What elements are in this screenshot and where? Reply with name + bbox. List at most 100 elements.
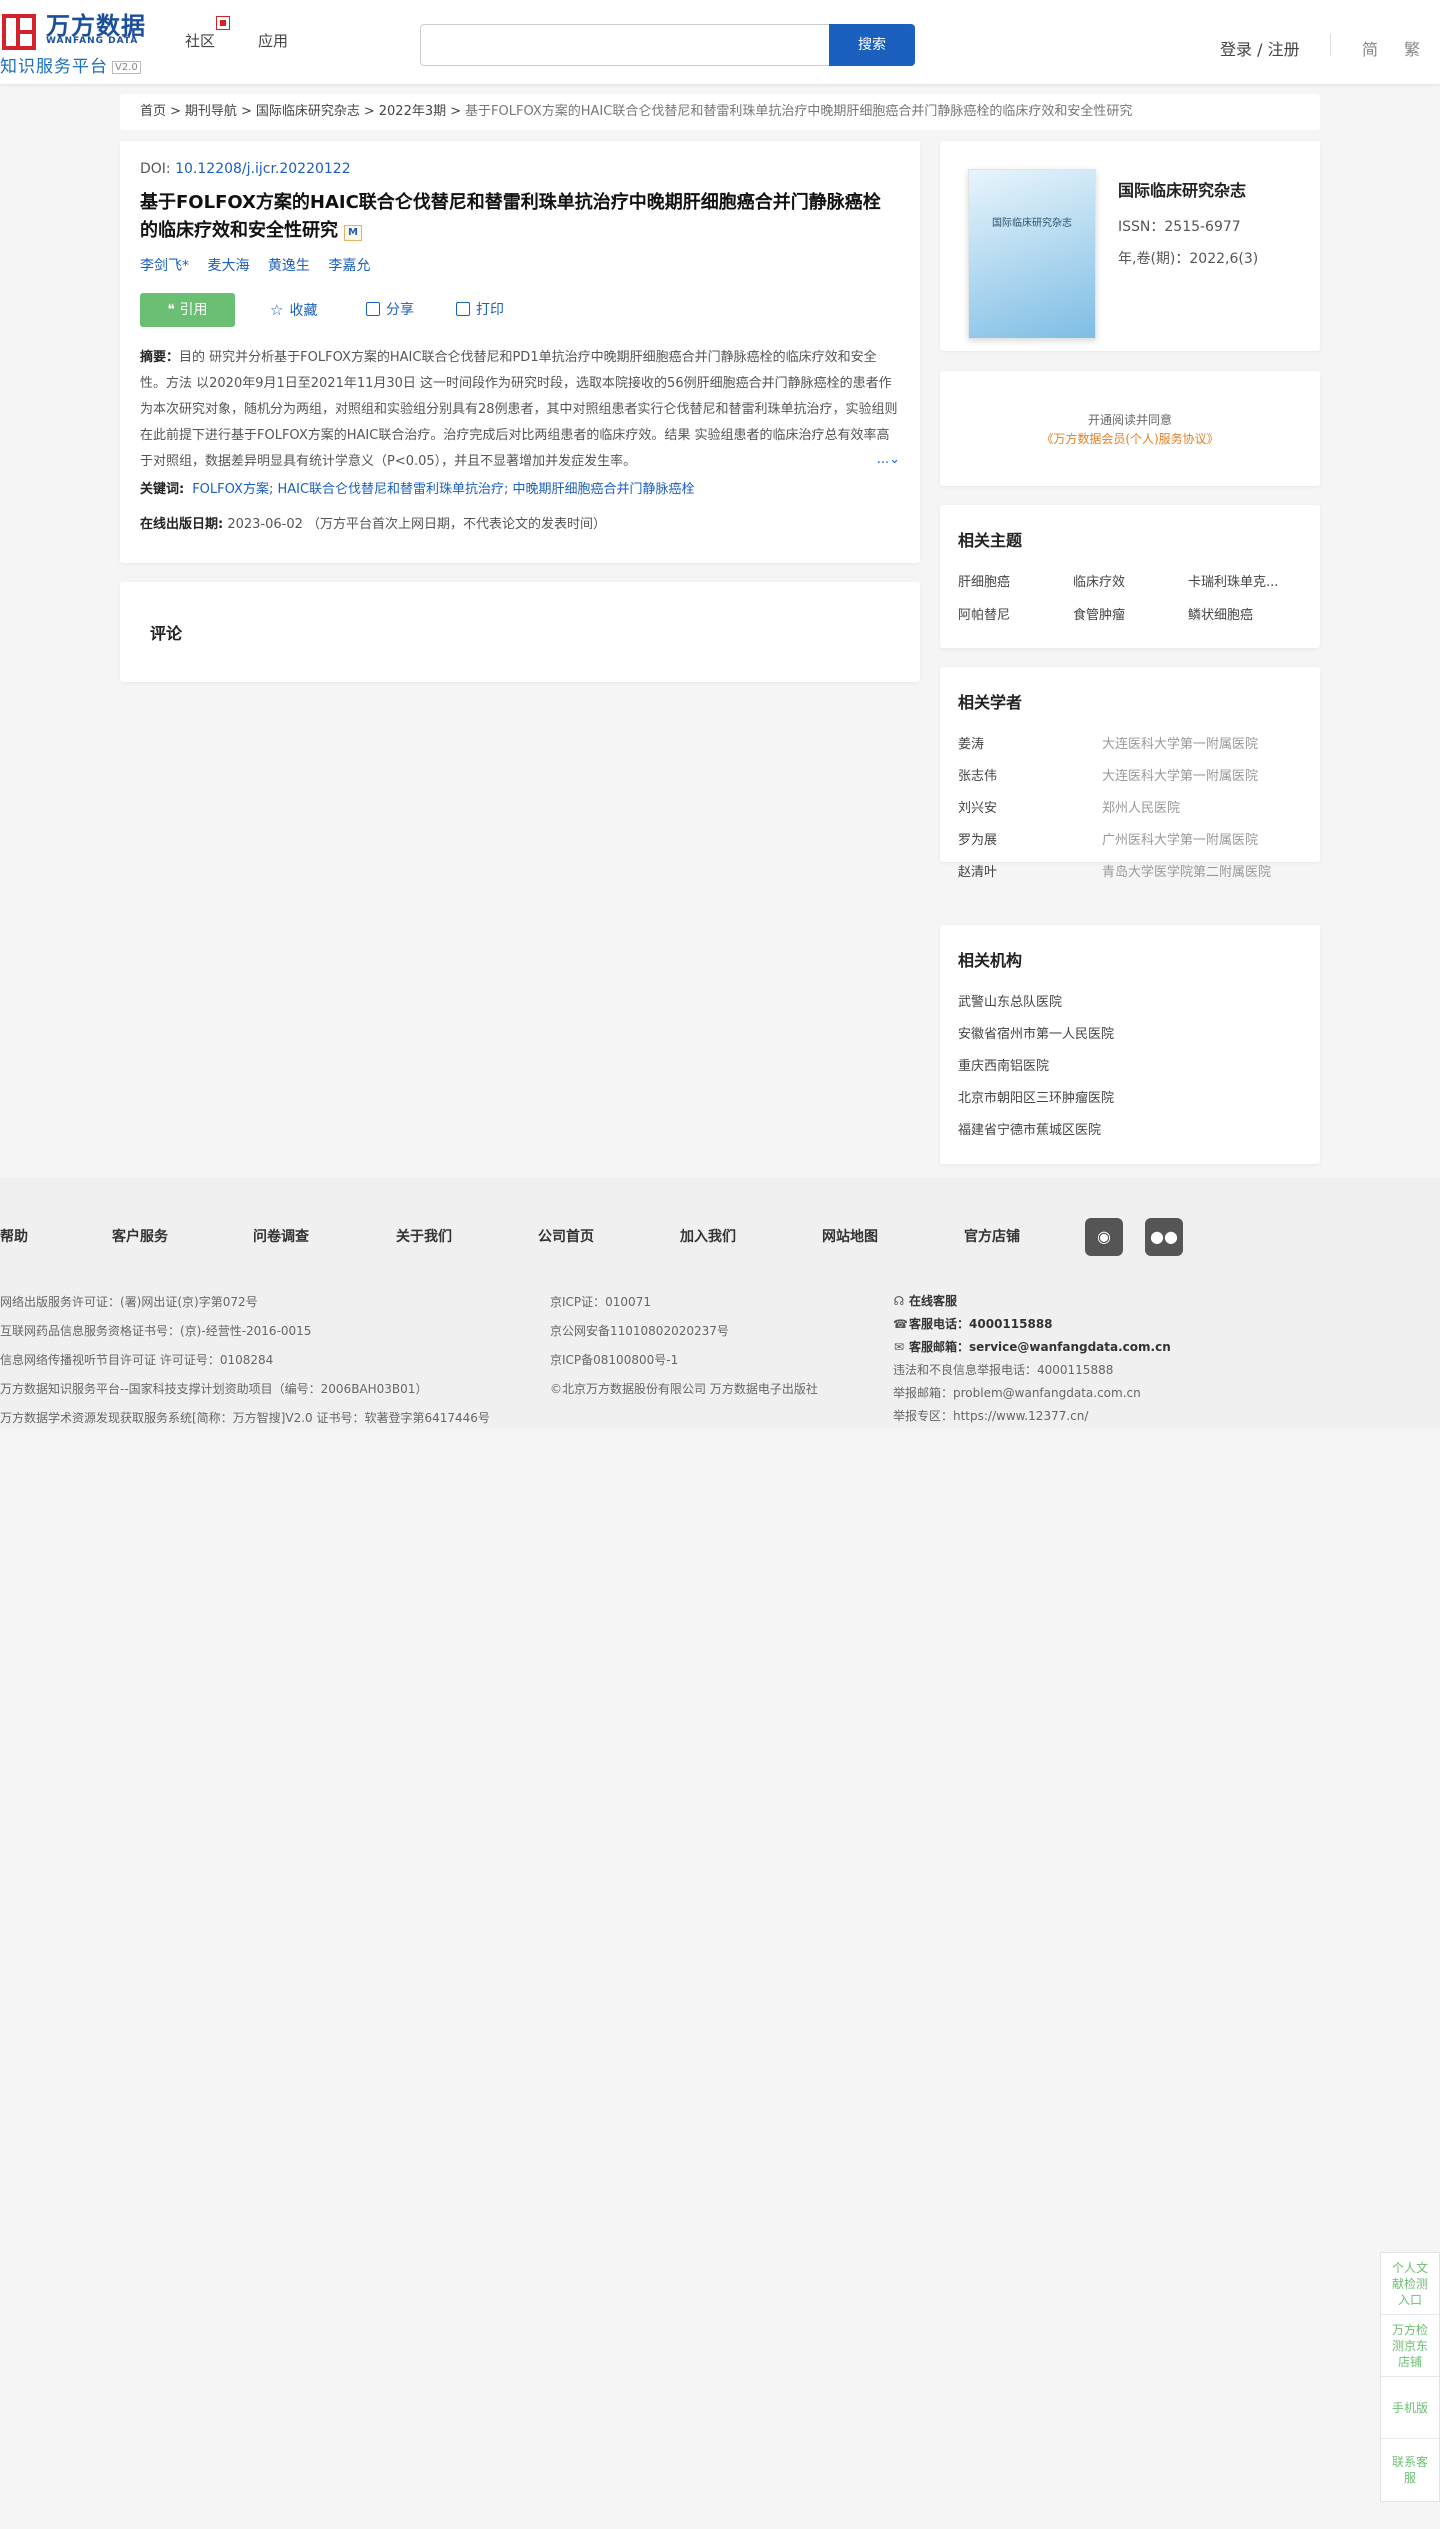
footer-link-sitemap[interactable]: 网站地图	[822, 1226, 878, 1246]
topic-link[interactable]: 卡瑞利珠单克...	[1188, 571, 1303, 590]
doi-link[interactable]: 10.12208/j.ijcr.20220122	[175, 161, 351, 177]
author-link[interactable]: 李嘉允	[328, 258, 370, 274]
footer-licenses: 网络出版服务许可证：(署)网出证(京)字第072号 互联网药品信息服务资格证书号…	[0, 1295, 490, 1425]
topic-link[interactable]: 食管肿瘤	[1073, 604, 1188, 623]
breadcrumb-current: 基于FOLFOX方案的HAIC联合仑伐替尼和替雷利珠单抗治疗中晚期肝细胞癌合并门…	[465, 104, 1133, 119]
footer: 帮助 客户服务 问卷调查 关于我们 公司首页 加入我们 网站地图 官方店铺 ◉ …	[0, 1178, 1440, 1428]
favorite-button[interactable]: ☆ 收藏	[270, 293, 317, 328]
journal-card: 国际临床研究杂志 国际临床研究杂志 ISSN：2515-6977 年,卷(期)：…	[940, 141, 1320, 351]
footer-link-survey[interactable]: 问卷调查	[253, 1226, 309, 1246]
scholar-row: 张志伟 大连医科大学第一附属医院	[958, 765, 1302, 797]
mendeley-icon[interactable]: M	[344, 225, 362, 241]
author-link[interactable]: 黄逸生	[268, 258, 310, 274]
phone-line: ☎客服电话：4000115888	[893, 1313, 1171, 1336]
quote-icon: ❝	[167, 302, 180, 318]
platform-name: 知识服务平台 V2.0	[0, 52, 141, 77]
new-badge-icon	[216, 16, 230, 30]
breadcrumb-journal-nav[interactable]: 期刊导航	[185, 104, 237, 119]
scholar-name[interactable]: 张志伟	[958, 765, 997, 784]
scholar-institution[interactable]: 大连医科大学第一附属医院	[1102, 733, 1258, 752]
breadcrumb-home[interactable]: 首页	[140, 104, 166, 119]
agreement-link[interactable]: 《万方数据会员(个人)服务协议》	[940, 430, 1320, 447]
float-plagiarism-check[interactable]: 个人文献检测入口	[1381, 2253, 1439, 2315]
scholar-institution[interactable]: 青岛大学医学院第二附属医院	[1102, 861, 1271, 880]
mail-icon: ✉	[893, 1340, 905, 1354]
floating-side-menu: 个人文献检测入口 万方检测京东店铺 手机版 联系客服	[1380, 2252, 1440, 2502]
wechat-icon[interactable]: ●●	[1145, 1218, 1183, 1256]
footer-link-about[interactable]: 关于我们	[396, 1226, 452, 1246]
publish-date: 在线出版日期: 2023-06-02 （万方平台首次上网日期，不代表论文的发表时…	[140, 517, 607, 532]
topic-link[interactable]: 肝细胞癌	[958, 571, 1073, 590]
search-input[interactable]	[420, 24, 830, 66]
logo-english-text: WANFANG DATA	[46, 36, 139, 46]
scholar-name[interactable]: 姜涛	[958, 733, 984, 752]
section-title: 相关学者	[958, 693, 1023, 712]
breadcrumb-issue[interactable]: 2022年3期	[379, 104, 446, 119]
share-icon	[366, 302, 380, 316]
scholar-name[interactable]: 赵清叶	[958, 861, 997, 880]
footer-link-company[interactable]: 公司首页	[538, 1226, 594, 1246]
journal-volume: 年,卷(期)：2022,6(3)	[1118, 251, 1259, 267]
related-institutions: 相关机构 武警山东总队医院 安徽省宿州市第一人民医院 重庆西南铝医院 北京市朝阳…	[940, 925, 1320, 1164]
lang-traditional[interactable]: 繁	[1404, 36, 1420, 60]
section-title: 相关主题	[958, 531, 1023, 550]
headset-icon: ☊	[893, 1294, 905, 1308]
scholar-name[interactable]: 刘兴安	[958, 797, 997, 816]
topic-link[interactable]: 临床疗效	[1073, 571, 1188, 590]
author-link[interactable]: 李剑飞*	[140, 258, 189, 274]
keyword-links[interactable]: FOLFOX方案; HAIC联合仑伐替尼和替雷利珠单抗治疗; 中晚期肝细胞癌合并…	[192, 482, 694, 497]
float-contact-service[interactable]: 联系客服	[1381, 2439, 1439, 2501]
topic-link[interactable]: 阿帕替尼	[958, 604, 1073, 623]
weibo-icon[interactable]: ◉	[1085, 1218, 1123, 1256]
wanfang-logo[interactable]: 万方数据 WANFANG DATA 知识服务平台 V2.0	[0, 6, 152, 77]
header-divider	[1330, 34, 1331, 56]
version-badge: V2.0	[112, 61, 141, 74]
author-link[interactable]: 麦大海	[207, 258, 249, 274]
institution-link[interactable]: 重庆西南铝医院	[958, 1055, 1302, 1087]
journal-issn: ISSN：2515-6977	[1118, 219, 1241, 235]
scholar-institution[interactable]: 广州医科大学第一附属医院	[1102, 829, 1258, 848]
float-mobile-version[interactable]: 手机版	[1381, 2377, 1439, 2439]
online-service-link[interactable]: ☊ 在线客服	[893, 1290, 1171, 1313]
login-register-link[interactable]: 登录 / 注册	[1220, 36, 1300, 60]
top-header: 万方数据 WANFANG DATA 知识服务平台 V2.0 社区 应用 搜索 登录…	[0, 0, 1440, 84]
topic-link[interactable]: 鳞状细胞癌	[1188, 604, 1303, 623]
print-button[interactable]: 打印	[456, 293, 504, 327]
lang-simplified[interactable]: 简	[1362, 36, 1378, 60]
article-title: 基于FOLFOX方案的HAIC联合仑伐替尼和替雷利珠单抗治疗中晚期肝细胞癌合并门…	[140, 192, 881, 241]
phone-icon: ☎	[893, 1317, 908, 1331]
scholar-row: 罗为展 广州医科大学第一附属医院	[958, 829, 1302, 861]
nav-community[interactable]: 社区	[185, 30, 215, 51]
nav-applications[interactable]: 应用	[258, 30, 288, 51]
expand-abstract-icon[interactable]: ...⌄	[872, 447, 900, 473]
keywords: 关键词: FOLFOX方案; HAIC联合仑伐替尼和替雷利珠单抗治疗; 中晚期肝细…	[140, 482, 695, 497]
print-icon	[456, 302, 470, 316]
star-icon: ☆	[270, 301, 284, 319]
footer-icp: 京ICP证：010071 京公网安备11010802020237号 京ICP备0…	[550, 1295, 818, 1396]
footer-link-service[interactable]: 客户服务	[112, 1226, 168, 1246]
footer-link-store[interactable]: 官方店铺	[964, 1226, 1020, 1246]
footer-link-join[interactable]: 加入我们	[680, 1226, 736, 1246]
institution-link[interactable]: 福建省宁德市蕉城区医院	[958, 1119, 1302, 1151]
institution-link[interactable]: 武警山东总队医院	[958, 991, 1302, 1023]
abstract: 摘要：目的 研究并分析基于FOLFOX方案的HAIC联合仑伐替尼和PD1单抗治疗…	[140, 345, 900, 473]
footer-link-help[interactable]: 帮助	[0, 1226, 28, 1246]
section-title: 相关机构	[958, 951, 1023, 970]
journal-cover-image[interactable]: 国际临床研究杂志	[968, 169, 1096, 339]
float-jd-store[interactable]: 万方检测京东店铺	[1381, 2315, 1439, 2377]
breadcrumb: 首页 > 期刊导航 > 国际临床研究杂志 >2022年3期 > 基于FOLFOX方案的HAIC…	[120, 94, 1320, 130]
institution-link[interactable]: 安徽省宿州市第一人民医院	[958, 1023, 1302, 1055]
share-button[interactable]: 分享	[366, 293, 414, 327]
journal-name[interactable]: 国际临床研究杂志	[1118, 177, 1246, 201]
scholar-institution[interactable]: 大连医科大学第一附属医院	[1102, 765, 1258, 784]
cite-button[interactable]: ❝ 引用	[140, 293, 235, 327]
scholar-row: 姜涛 大连医科大学第一附属医院	[958, 733, 1302, 765]
scholar-institution[interactable]: 郑州人民医院	[1102, 797, 1180, 816]
scholar-row: 赵清叶 青岛大学医学院第二附属医院	[958, 861, 1302, 893]
scholar-name[interactable]: 罗为展	[958, 829, 997, 848]
institution-link[interactable]: 北京市朝阳区三环肿瘤医院	[958, 1087, 1302, 1119]
breadcrumb-journal[interactable]: 国际临床研究杂志	[256, 104, 360, 119]
related-scholars: 相关学者 姜涛 大连医科大学第一附属医院 张志伟 大连医科大学第一附属医院 刘兴安郑…	[940, 667, 1320, 880]
search-button[interactable]: 搜索	[829, 24, 915, 66]
abstract-text: 目的 研究并分析基于FOLFOX方案的HAIC联合仑伐替尼和PD1单抗治疗中晚期…	[140, 350, 898, 469]
